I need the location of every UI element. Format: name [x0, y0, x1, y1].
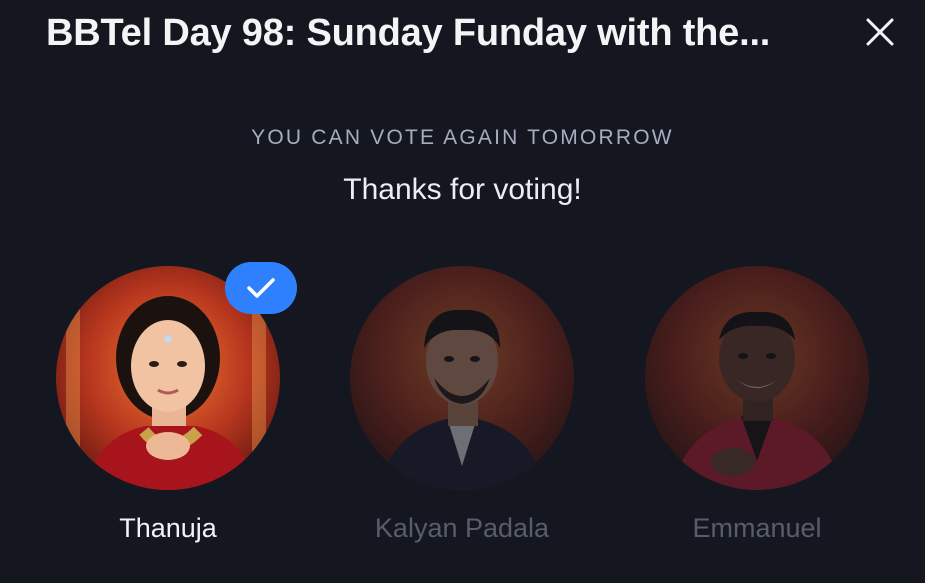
avatar: [350, 266, 574, 490]
vote-again-notice: YOU CAN VOTE AGAIN TOMORROW: [251, 126, 674, 149]
candidate-name: Emmanuel: [692, 513, 822, 543]
thanks-message: Thanks for voting!: [343, 173, 582, 206]
candidate-kalyan-padala[interactable]: Kalyan Padala: [350, 266, 574, 566]
candidate-name: Thanuja: [119, 513, 217, 543]
close-icon: [866, 18, 894, 46]
candidate-thanuja[interactable]: Thanuja: [56, 262, 297, 566]
candidate-name: Kalyan Padala: [374, 513, 550, 543]
selected-badge: [225, 262, 297, 314]
close-button[interactable]: [858, 14, 902, 50]
avatar: [645, 266, 869, 490]
page-title: BBTel Day 98: Sunday Funday with the...: [46, 12, 771, 54]
check-icon: [247, 278, 275, 298]
candidate-emmanuel[interactable]: Emmanuel: [645, 266, 869, 566]
